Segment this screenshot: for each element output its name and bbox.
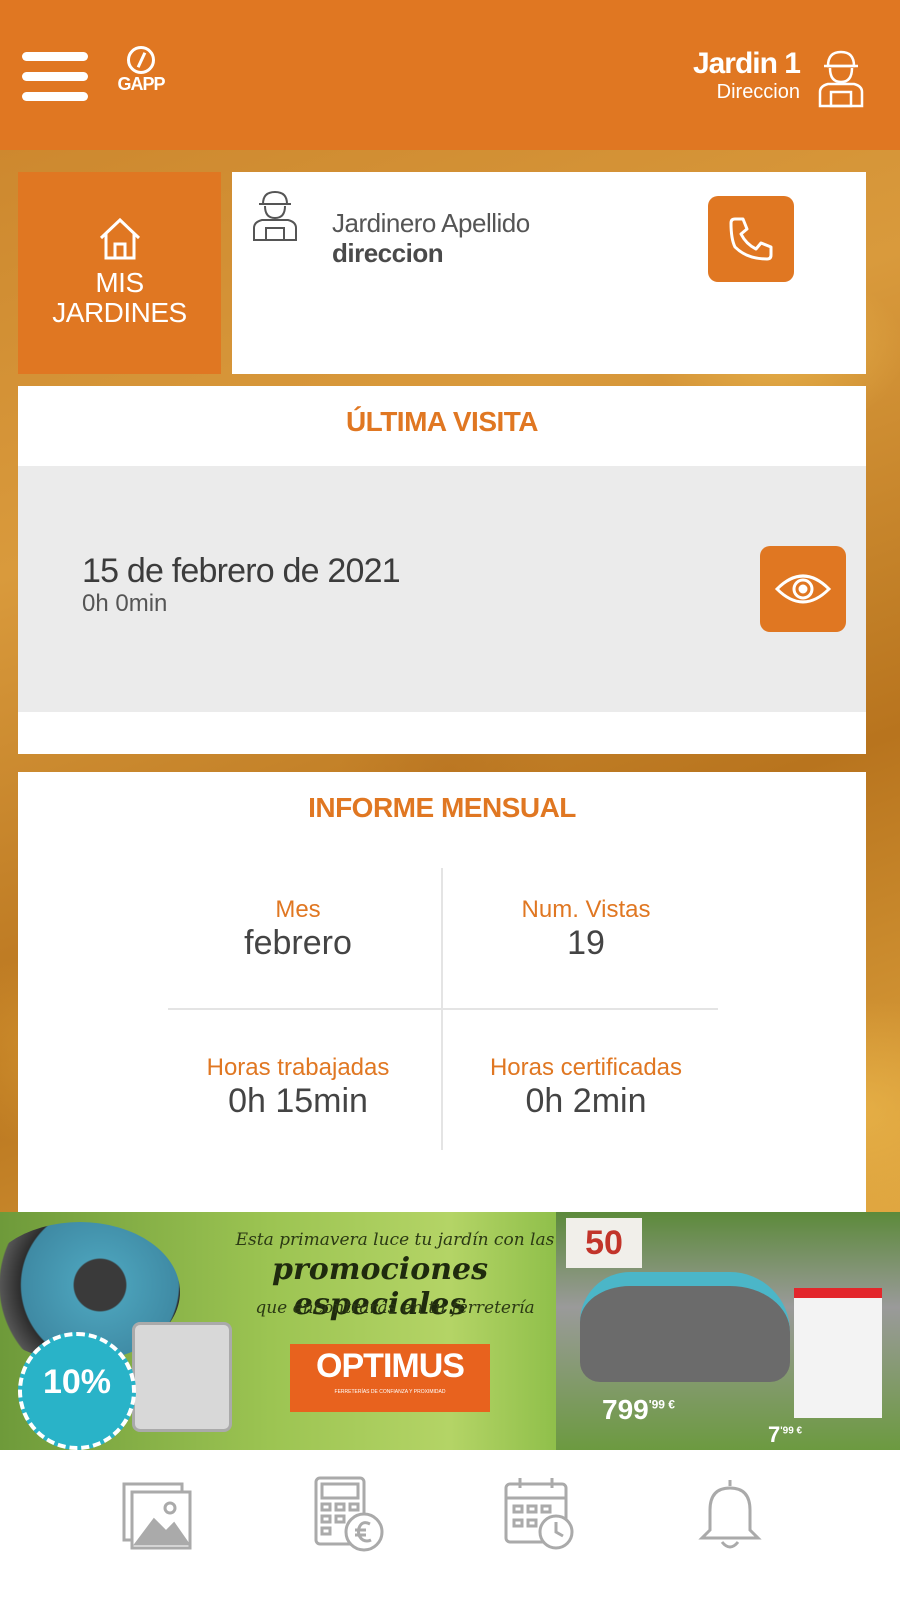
stat-label: Mes (275, 896, 321, 923)
optimus-brand: OPTIMUS (316, 1347, 465, 1385)
gardener-name: Jardinero Apellido (332, 208, 530, 238)
logo-leaf-icon (127, 46, 155, 74)
app-header: GAPP Jardin 1 Direccion (0, 0, 900, 150)
app-logo: GAPP (108, 46, 174, 106)
discount-badge: 10% (18, 1332, 136, 1450)
garden-title: Jardin 1 (692, 47, 801, 80)
gardener-icon (253, 190, 297, 241)
price-small: 7'99 € (768, 1422, 802, 1448)
stat-value: febrero (244, 924, 352, 962)
phone-icon (729, 217, 773, 261)
garden-selector[interactable]: Jardin 1 Direccion (692, 47, 801, 104)
calendar-clock-icon[interactable] (500, 1474, 580, 1554)
home-icon (99, 217, 141, 260)
promo-banner[interactable]: 10% Esta primavera luce tu jardín con la… (0, 1212, 900, 1450)
monthly-report-card: INFORME MENSUAL Mes febrero Num. Vistas … (18, 772, 866, 1212)
menu-icon[interactable] (22, 52, 88, 102)
price-main: 799'99 € (602, 1394, 675, 1426)
promo-line-3: que encontrarás en tu ferretería (255, 1298, 535, 1318)
optimus-logo: OPTIMUS FERRETERÍAS DE CONFIANZA Y PROXI… (290, 1344, 490, 1412)
user-profile-icon[interactable] (816, 46, 866, 108)
anniversary-badge: 50 (566, 1218, 642, 1268)
bottom-tab-bar (0, 1450, 900, 1598)
stat-label: Num. Vistas (521, 896, 651, 923)
stat-label: Horas trabajadas (206, 1054, 390, 1081)
stat-label: Horas certificadas (489, 1054, 683, 1081)
promo-line-1: Esta primavera luce tu jardín con las (235, 1230, 555, 1250)
last-visit-title: ÚLTIMA VISITA (345, 406, 539, 437)
eye-icon (774, 574, 832, 604)
price-small-int: 7 (768, 1422, 781, 1447)
robot-mower-image (580, 1272, 790, 1382)
stat-visits: Num. Vistas 19 (446, 896, 726, 962)
call-button[interactable] (708, 196, 794, 282)
visit-duration: 0h 0min (82, 590, 168, 617)
garden-subtitle: Direccion (716, 81, 800, 103)
visit-date: 15 de febrero de 2021 (82, 552, 401, 590)
gallery-icon[interactable] (118, 1474, 198, 1554)
bell-icon[interactable] (690, 1474, 770, 1554)
stat-value: 0h 15min (228, 1082, 368, 1120)
monthly-report-title: INFORME MENSUAL (308, 792, 576, 823)
price-small-cents: '99 € (780, 1425, 803, 1437)
stat-hours-worked: Horas trabajadas 0h 15min (158, 1054, 438, 1120)
grid-divider-horizontal (168, 1008, 718, 1010)
view-visit-button[interactable] (760, 546, 846, 632)
gardener-card: Jardinero Apellido direccion (232, 172, 866, 374)
gardener-address: direccion (332, 238, 444, 268)
my-gardens-label-1: MIS (95, 267, 144, 298)
price-main-cents: '99 € (648, 1397, 675, 1412)
price-main-int: 799 (602, 1394, 649, 1425)
optimus-tagline: FERRETERÍAS DE CONFIANZA Y PROXIMIDAD (334, 1389, 446, 1395)
calculator-euro-icon[interactable] (308, 1474, 388, 1554)
my-gardens-button[interactable]: MIS JARDINES (18, 172, 221, 374)
stat-value: 0h 2min (525, 1082, 647, 1120)
stat-value: 19 (567, 924, 605, 962)
water-timer-image (132, 1322, 232, 1432)
stat-month: Mes febrero (158, 896, 438, 962)
discount-value: 10% (42, 1363, 112, 1401)
last-visit-row: 15 de febrero de 2021 0h 0min (18, 466, 866, 712)
gardena-product-image (794, 1288, 882, 1418)
logo-text: GAPP (117, 74, 165, 94)
my-gardens-label-2: JARDINES (52, 297, 187, 328)
last-visit-card: ÚLTIMA VISITA 15 de febrero de 2021 0h 0… (18, 386, 866, 754)
stat-hours-certified: Horas certificadas 0h 2min (446, 1054, 726, 1120)
